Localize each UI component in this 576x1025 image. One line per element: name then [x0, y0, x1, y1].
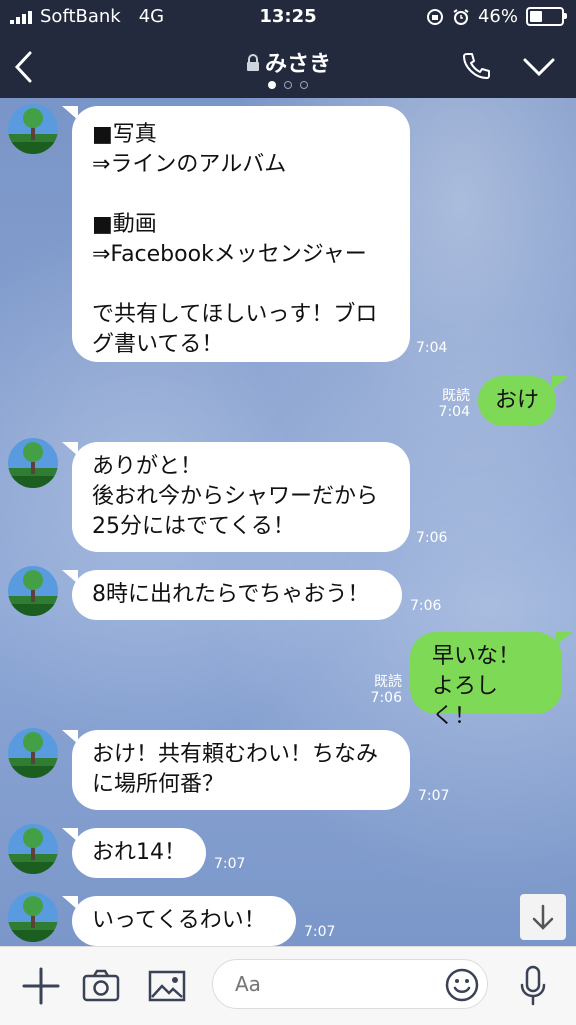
- message-bubble[interactable]: 8時に出れたらでちゃおう！: [72, 570, 402, 620]
- message-bubble[interactable]: おけ: [478, 376, 556, 426]
- message-bubble[interactable]: おけ！共有頼むわい！ちなみ に場所何番？: [72, 730, 410, 810]
- scroll-down-button[interactable]: [520, 894, 566, 940]
- battery-percent: 46%: [477, 6, 518, 27]
- arrow-down-icon: [532, 904, 554, 930]
- message-bubble[interactable]: 早いな！ よろしく！: [410, 632, 562, 729]
- message-line: ■動画: [92, 212, 157, 237]
- read-receipt: 既読: [374, 674, 402, 690]
- battery-icon: [526, 7, 567, 26]
- rotation-lock-icon: [426, 8, 443, 25]
- message-bubble[interactable]: おれ14！: [72, 828, 206, 878]
- message-line: 25分にはでてくる！: [92, 514, 295, 539]
- message-bubble[interactable]: ありがと！ 後おれ今からシャワーだから 25分にはでてくる！: [72, 442, 410, 552]
- alarm-icon: [453, 8, 469, 25]
- message-line: 後おれ今からシャワーだから: [92, 484, 379, 509]
- message-line: で共有してほしいっす！ブロ: [92, 302, 378, 327]
- message-line: よろしく！: [432, 674, 499, 729]
- message-time: 7:06: [416, 530, 448, 546]
- message-line: おけ: [494, 388, 539, 413]
- avatar[interactable]: [8, 566, 58, 616]
- message-line: [92, 180, 390, 210]
- avatar[interactable]: [8, 104, 58, 154]
- phone-icon[interactable]: [460, 50, 492, 82]
- message-line: ありがと！: [92, 454, 203, 479]
- plus-icon[interactable]: [22, 967, 60, 1005]
- message-line: おれ14！: [92, 840, 186, 865]
- message-line: [92, 270, 390, 300]
- message-line: 8時に出れたらでちゃおう！: [92, 582, 370, 607]
- message-line: いってくるわい！: [92, 908, 266, 933]
- message-time: 7:06: [410, 598, 442, 614]
- message-line: おけ！共有頼むわい！ちなみ: [92, 742, 379, 767]
- lock-icon: [246, 54, 259, 71]
- message-time: 7:07: [304, 924, 336, 940]
- chat-area[interactable]: ■写真 ⇒ラインのアルバム ■動画 ⇒Facebookメッセンジャー で共有して…: [0, 98, 576, 946]
- avatar[interactable]: [8, 892, 58, 942]
- message-line: グ書いてる！: [92, 332, 224, 357]
- chat-header: みさき: [0, 34, 576, 98]
- message-line: ⇒Facebookメッセンジャー: [92, 242, 367, 267]
- message-line: ⇒ラインのアルバム: [92, 152, 287, 177]
- read-receipt: 既読: [442, 388, 470, 404]
- chevron-down-icon[interactable]: [522, 56, 556, 78]
- message-bubble[interactable]: ■写真 ⇒ラインのアルバム ■動画 ⇒Facebookメッセンジャー で共有して…: [72, 106, 410, 362]
- message-time: 7:07: [214, 856, 246, 872]
- message-time: 7:04: [438, 404, 470, 420]
- page-dot-2: [284, 81, 292, 89]
- message-line: 早いな！: [432, 644, 521, 669]
- image-icon[interactable]: [148, 969, 186, 1003]
- page-indicator: [0, 81, 576, 89]
- status-bar: SoftBank 4G 13:25 46%: [0, 0, 576, 34]
- avatar[interactable]: [8, 438, 58, 488]
- status-right: 46%: [426, 6, 567, 27]
- message-time: 7:06: [370, 690, 402, 706]
- message-bubble[interactable]: いってくるわい！: [72, 896, 296, 946]
- message-time: 7:04: [416, 340, 448, 356]
- message-line: に場所何番？: [92, 772, 225, 797]
- message-time: 7:07: [418, 788, 450, 804]
- message-line: ■写真: [92, 122, 157, 147]
- mic-icon[interactable]: [518, 965, 548, 1007]
- page-dot-3: [300, 81, 308, 89]
- page-dot-1: [268, 81, 276, 89]
- avatar[interactable]: [8, 824, 58, 874]
- contact-name: みさき: [264, 52, 331, 77]
- input-bar: [0, 946, 576, 1025]
- avatar[interactable]: [8, 728, 58, 778]
- camera-icon[interactable]: [82, 969, 120, 1003]
- smiley-icon[interactable]: [444, 967, 480, 1003]
